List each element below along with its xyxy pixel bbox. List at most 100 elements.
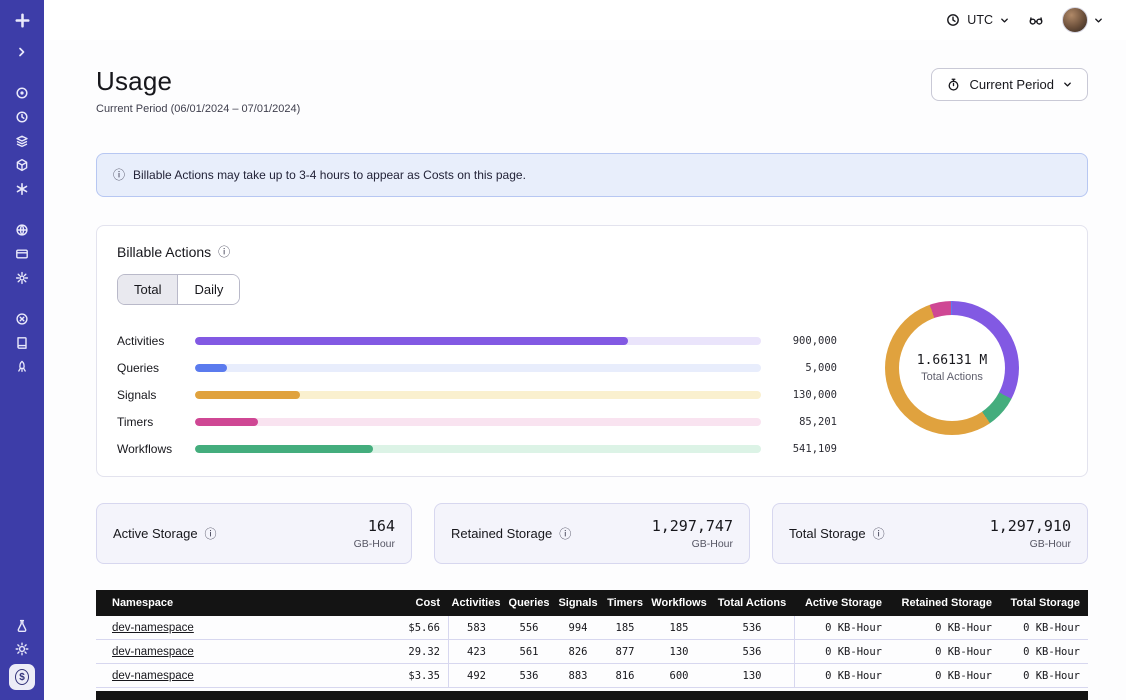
donut-chart: 1.66131 M Total Actions xyxy=(837,274,1067,462)
total-storage-cell: 0 KB-Hour xyxy=(1000,640,1088,663)
sun-icon[interactable] xyxy=(7,637,37,660)
namespace-link[interactable]: dev-namespace xyxy=(112,670,194,682)
period-selector-button[interactable]: Current Period xyxy=(931,68,1088,101)
flask-icon[interactable] xyxy=(7,614,37,637)
storage-card-unit: GB-Hour xyxy=(652,538,733,550)
tab-daily[interactable]: Daily xyxy=(177,275,239,304)
namespace-link[interactable]: dev-namespace xyxy=(112,622,194,634)
book-icon[interactable] xyxy=(7,331,37,354)
bar-row: Queries5,000 xyxy=(117,354,837,381)
page-title: Usage xyxy=(96,66,300,97)
bar-row: Timers85,201 xyxy=(117,408,837,435)
table-header: NamespaceCostActivitiesQueriesSignalsTim… xyxy=(96,590,1088,616)
period-selector-label: Current Period xyxy=(969,77,1054,92)
sidebar: $ xyxy=(0,0,44,700)
storage-card-label: Total Storage xyxy=(789,526,866,541)
glasses-icon[interactable] xyxy=(1028,12,1044,28)
column-header: Active Storage xyxy=(794,590,890,616)
topbar: UTC xyxy=(44,0,1126,40)
workflows-cell: 600 xyxy=(648,664,710,687)
column-header: Namespace xyxy=(96,590,378,616)
activities-cell: 492 xyxy=(448,664,504,687)
avatar xyxy=(1062,7,1088,33)
storage-card: Active Storageⓘ164GB-Hour xyxy=(96,503,412,564)
total-actions-cell: 536 xyxy=(710,640,794,663)
total-storage-cell: 0 KB-Hour xyxy=(1000,616,1088,639)
gear-icon[interactable] xyxy=(7,266,37,289)
bar-label: Activities xyxy=(117,334,183,348)
table-row: dev-namespace$3.354925368838166001300 KB… xyxy=(96,664,1088,688)
bar-row: Signals130,000 xyxy=(117,381,837,408)
cost-cell: $3.35 xyxy=(378,664,448,687)
table-row: dev-namespace$5.665835569941851855360 KB… xyxy=(96,616,1088,640)
history-icon[interactable] xyxy=(7,105,37,128)
bar-fill xyxy=(195,391,300,399)
workflows-cell: 130 xyxy=(648,640,710,663)
rocket-icon[interactable] xyxy=(7,355,37,378)
storage-card-value: 1,297,747 xyxy=(652,517,733,535)
stopwatch-icon xyxy=(946,77,961,92)
retained-storage-cell: 0 KB-Hour xyxy=(890,640,1000,663)
total-storage-cell: 0 KB-Hour xyxy=(1000,664,1088,687)
bar-label: Timers xyxy=(117,415,183,429)
bar-value: 130,000 xyxy=(773,389,837,401)
clock-icon xyxy=(945,12,961,28)
sidebar-expand-icon[interactable] xyxy=(7,40,37,63)
cost-cell: 29.32 xyxy=(378,640,448,663)
retained-storage-cell: 0 KB-Hour xyxy=(890,664,1000,687)
signals-cell: 994 xyxy=(554,616,602,639)
bar-label: Queries xyxy=(117,361,183,375)
dollar-icon[interactable]: $ xyxy=(9,664,35,690)
namespace-link[interactable]: dev-namespace xyxy=(112,646,194,658)
namespace-cell: dev-namespace xyxy=(96,616,378,639)
donut-center: 1.66131 M Total Actions xyxy=(899,315,1005,421)
circle-x-icon[interactable] xyxy=(7,307,37,330)
chevron-down-icon xyxy=(999,15,1010,26)
cube-icon[interactable] xyxy=(7,153,37,176)
layers-icon[interactable] xyxy=(7,129,37,152)
info-icon[interactable]: ⓘ xyxy=(873,528,885,540)
bar-fill xyxy=(195,337,628,345)
info-icon: ⓘ xyxy=(113,169,125,181)
bar-row: Activities900,000 xyxy=(117,327,837,354)
retained-storage-cell: 0 KB-Hour xyxy=(890,616,1000,639)
chevron-down-icon xyxy=(1062,79,1073,90)
temporal-logo-icon[interactable] xyxy=(7,9,37,32)
asterisk-icon[interactable] xyxy=(7,177,37,200)
namespace-cell: dev-namespace xyxy=(96,664,378,687)
bar-track xyxy=(195,364,761,372)
table-row: dev-namespace29.324235618268771305360 KB… xyxy=(96,640,1088,664)
bar-label: Workflows xyxy=(117,442,183,456)
storage-card-unit: GB-Hour xyxy=(990,538,1071,550)
globe-icon[interactable] xyxy=(7,218,37,241)
storage-card-unit: GB-Hour xyxy=(354,538,395,550)
info-icon[interactable]: ⓘ xyxy=(559,528,571,540)
bar-track xyxy=(195,391,761,399)
info-icon[interactable]: ⓘ xyxy=(205,528,217,540)
billing-card-icon[interactable] xyxy=(7,242,37,265)
bar-value: 541,109 xyxy=(773,443,837,455)
info-icon[interactable]: ⓘ xyxy=(218,246,230,258)
storage-card-value: 1,297,910 xyxy=(990,517,1071,535)
total-actions-cell: 130 xyxy=(710,664,794,687)
user-menu[interactable] xyxy=(1062,7,1104,33)
bar-track xyxy=(195,418,761,426)
timezone-selector[interactable]: UTC xyxy=(945,12,1010,28)
activities-cell: 583 xyxy=(448,616,504,639)
info-banner: ⓘ Billable Actions may take up to 3-4 ho… xyxy=(96,153,1088,197)
usage-table: NamespaceCostActivitiesQueriesSignalsTim… xyxy=(96,590,1088,688)
table-footer-strip xyxy=(96,691,1088,700)
storage-card: Total Storage ⓘ 1,297,910 GB-Hour xyxy=(772,503,1088,564)
storage-cards: Active Storageⓘ164GB-HourRetained Storag… xyxy=(96,503,1088,564)
sidebar-group-help xyxy=(7,307,37,378)
view-tabs: TotalDaily xyxy=(117,274,240,305)
tab-total[interactable]: Total xyxy=(118,275,177,304)
total-actions-cell: 536 xyxy=(710,616,794,639)
card-title: Billable Actions ⓘ xyxy=(117,244,1067,260)
info-banner-text: Billable Actions may take up to 3-4 hour… xyxy=(133,168,526,182)
target-icon[interactable] xyxy=(7,81,37,104)
page-head: Usage Current Period (06/01/2024 – 07/01… xyxy=(96,66,1088,115)
bar-track xyxy=(195,337,761,345)
app-root: $ UTC Usage Current Period (06/01/2024 xyxy=(0,0,1126,700)
bar-fill xyxy=(195,364,227,372)
